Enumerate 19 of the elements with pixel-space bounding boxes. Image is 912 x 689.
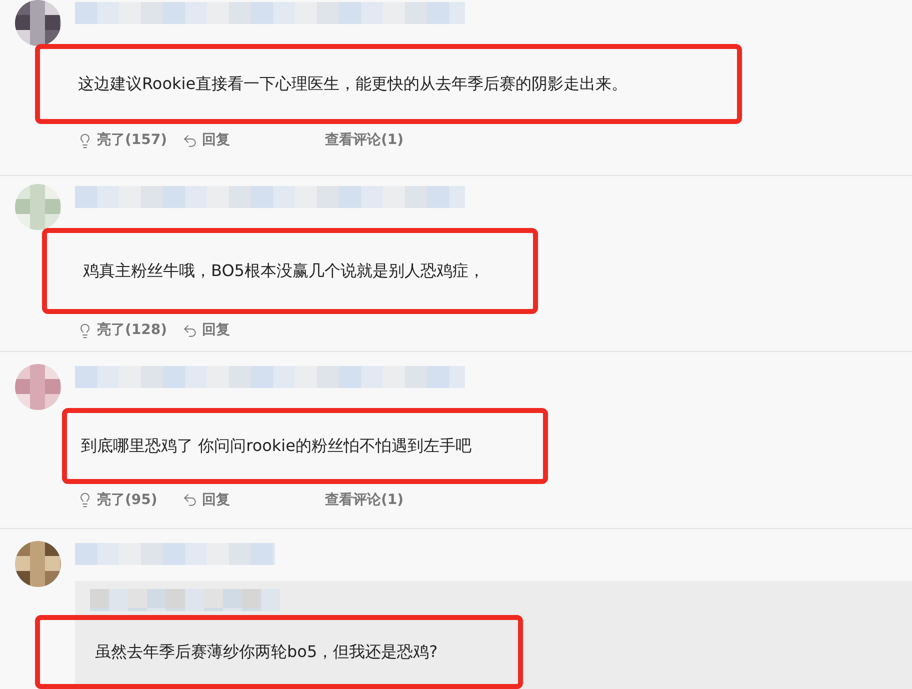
avatar [15, 184, 61, 230]
highlighted-comment-text: 到底哪里恐鸡了 你问问rookie的粉丝怕不怕遇到左手吧 [62, 408, 548, 484]
avatar [15, 0, 61, 46]
reply-icon [182, 322, 198, 339]
reply-icon [182, 492, 198, 508]
highlighted-comment-text: 鸡真主粉丝牛哦，BO5根本没赢几个说就是别人恐鸡症， [42, 228, 538, 314]
avatar [15, 364, 61, 410]
like-button[interactable]: 亮了(128) [77, 320, 182, 342]
view-comments-link[interactable]: 查看评论(1) [325, 130, 404, 151]
highlighted-comment-text: 虽然去年季后赛薄纱你两轮bo5，但我还是恐鸡? [35, 615, 523, 689]
like-button[interactable]: 亮了(157) [77, 130, 182, 151]
view-comments-link[interactable]: 查看评论(1) [325, 490, 404, 511]
reply-button[interactable]: 回复 [182, 490, 287, 511]
reply-icon [182, 132, 198, 148]
highlighted-comment-text: 这边建议Rookie直接看一下心理医生，能更快的从去年季后赛的阴影走出来。 [35, 44, 742, 124]
reply-button[interactable]: 回复 [182, 320, 287, 342]
reply-button[interactable]: 回复 [182, 130, 287, 151]
like-button[interactable]: 亮了(95) [77, 490, 182, 511]
avatar [15, 541, 61, 588]
